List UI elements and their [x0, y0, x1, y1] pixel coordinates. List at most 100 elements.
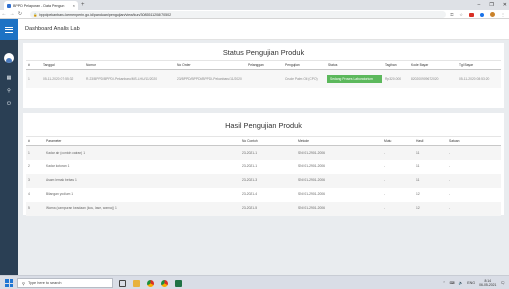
cell-satuan: - — [449, 178, 451, 183]
map-pin-icon[interactable]: ⚲ — [0, 85, 18, 98]
tab-close-icon[interactable]: × — [73, 3, 75, 8]
cell-hasil: 12 — [416, 206, 420, 211]
cell-parameter: Warna (campuran keadaan (kou, lase, warn… — [46, 206, 117, 211]
task-view-icon[interactable] — [119, 279, 126, 287]
minimize-button[interactable]: – — [478, 1, 481, 9]
cell-mutu: - — [384, 192, 386, 197]
address-bar[interactable]: 🔒 bppdpekanbaru.kemenperin.go.id/panduan… — [30, 11, 446, 18]
column-header: # — [26, 136, 44, 146]
cell-metode: SNI 01-2901-2006 — [298, 164, 325, 169]
cell-no-order: 23/BPPD/BPPDI/BPPDI-Pekanbaru/11/2020 — [177, 76, 242, 81]
table-row: 1 05-11-2020 07:55:32 R-23/BPPD/BPPDI-Pe… — [26, 69, 501, 88]
cell-mutu: - — [384, 150, 386, 155]
menu-icon[interactable] — [5, 26, 13, 33]
network-icon[interactable]: ⌨ — [450, 281, 455, 285]
sidebar: ▦ ⚲ ⏻ — [0, 19, 18, 275]
user-avatar[interactable] — [4, 53, 14, 63]
cell-hasil: 12 — [416, 192, 420, 197]
forward-icon[interactable]: → — [8, 11, 16, 17]
cell-satuan: - — [449, 150, 451, 155]
cell-parameter: Kadar kotoran 1 — [46, 164, 70, 169]
status-badge: Sedang Proses Laboratorium — [327, 74, 382, 83]
cell-tanggal: 05-11-2020 07:55:32 — [43, 76, 74, 81]
chevron-up-icon[interactable]: ⌃ — [443, 281, 446, 285]
browser-tab[interactable]: BPPD Pelaporan - Data Pengun × — [4, 1, 78, 10]
table-row: 4 Bilangan yodium 1 23-2021-4 SNI 01-290… — [26, 188, 501, 202]
cell-mutu: - — [384, 164, 386, 169]
cell-metode: SNI 01-2901-2006 — [298, 178, 325, 183]
reload-icon[interactable]: ↻ — [16, 11, 24, 17]
row-number: 1 — [28, 150, 30, 155]
row-number: 4 — [28, 192, 30, 197]
url-text: bppdpekanbaru.kemenperin.go.id/panduan/p… — [39, 12, 172, 17]
back-icon[interactable]: ← — [0, 11, 8, 17]
sidebar-toggle[interactable] — [0, 19, 18, 40]
cell-hasil: 11 — [416, 150, 420, 155]
windows-start-icon[interactable] — [5, 279, 13, 287]
favicon-icon — [7, 3, 11, 8]
cell-mutu: - — [384, 206, 386, 211]
row-number: 2 — [28, 164, 30, 169]
table-row: 5 Warna (campuran keadaan (kou, lase, wa… — [26, 201, 501, 216]
cell-satuan: - — [449, 164, 451, 169]
extension-icon[interactable] — [469, 12, 474, 17]
row-number: 3 — [28, 178, 30, 183]
taskbar-search-input[interactable]: ⚲ Type here to search — [17, 278, 113, 288]
menu-dots-icon[interactable]: ⋮ — [501, 12, 505, 17]
browser-toolbar: ← → ↻ 🔒 bppdpekanbaru.kemenperin.go.id/p… — [0, 10, 509, 19]
excel-icon[interactable] — [175, 279, 182, 287]
column-header: Satuan — [447, 136, 501, 146]
column-header: # — [26, 60, 41, 70]
table-row: 3 Asam lemak bebas 1 23-2021-3 SNI 01-29… — [26, 173, 501, 188]
row-number: 1 — [28, 76, 30, 81]
status-table: # Tanggal Nomor No Order Pelanggan Pengu… — [26, 60, 501, 88]
cell-metode: SNI 01-2901-2006 — [298, 150, 325, 155]
clock-date: 06-05-2021 — [479, 283, 497, 287]
cell-kode-bayar: 820200909672020 — [411, 76, 439, 81]
chrome-icon[interactable] — [147, 279, 154, 287]
status-title: Status Pengujian Produk — [222, 48, 305, 57]
column-header: Tagihan — [383, 60, 409, 70]
grid-icon[interactable]: ▦ — [0, 72, 18, 85]
key-icon[interactable]: ⚿ — [450, 12, 453, 17]
cell-no-contoh: 23-2021-5 — [242, 206, 258, 211]
cell-status: Sedang Proses Laboratorium — [326, 70, 383, 88]
browser-icon[interactable] — [161, 279, 168, 287]
browser-extensions: ⚿ ☆ ⋮ — [450, 11, 505, 18]
power-icon[interactable]: ⏻ — [0, 98, 18, 111]
maximize-button[interactable]: ❐ — [489, 1, 493, 9]
status-table-header: # Tanggal Nomor No Order Pelanggan Pengu… — [26, 60, 501, 70]
lock-icon: 🔒 — [33, 12, 38, 17]
cell-no-contoh: 23-2021-4 — [242, 192, 258, 197]
tab-title: BPPD Pelaporan - Data Pengun — [13, 3, 65, 8]
new-tab-button[interactable]: + — [81, 1, 85, 9]
extension-icon[interactable] — [480, 12, 484, 17]
column-header: No Contoh — [240, 136, 296, 146]
clock[interactable]: 8:14 06-05-2021 — [479, 279, 496, 287]
notification-icon[interactable]: 🗨 — [500, 281, 505, 285]
cell-hasil: 11 — [416, 164, 420, 169]
cell-satuan: - — [449, 192, 451, 197]
cell-tgl-bayar: 05-11-2020 08:53:20 — [459, 76, 490, 81]
file-explorer-icon[interactable] — [133, 279, 140, 287]
taskbar-apps — [119, 278, 182, 288]
volume-icon[interactable]: 🔈 — [459, 281, 463, 285]
star-icon[interactable]: ☆ — [459, 12, 463, 17]
cell-nomor: R-23/BPPD/BPPDI-Pekanbaru/MS-LHU/11/2020 — [86, 76, 158, 81]
column-header: Mutu — [382, 136, 414, 146]
table-row: 2 Kadar kotoran 1 23-2021-1 SNI 01-2901-… — [26, 160, 501, 174]
cell-no-contoh: 23-2021-1 — [242, 150, 258, 155]
column-header: Nomor — [84, 60, 175, 70]
profile-avatar[interactable] — [490, 12, 495, 17]
page-title: Dashboard Analis Lab — [25, 26, 80, 32]
close-window-button[interactable]: ✕ — [503, 1, 507, 9]
column-header: Tgl Bayar — [457, 60, 501, 70]
language-indicator[interactable]: ENG — [467, 281, 475, 285]
cell-hasil: 11 — [416, 178, 420, 183]
cell-parameter: Asam lemak bebas 1 — [46, 178, 77, 183]
cell-parameter: Kadar air (contoh cairan) 1 — [46, 150, 86, 155]
table-row: 1 Kadar air (contoh cairan) 1 23-2021-1 … — [26, 145, 501, 160]
row-number: 5 — [28, 206, 30, 211]
browser-tab-bar: BPPD Pelaporan - Data Pengun × + – ❐ ✕ — [0, 0, 509, 10]
cell-metode: SNI 01-2901-2006 — [298, 192, 325, 197]
